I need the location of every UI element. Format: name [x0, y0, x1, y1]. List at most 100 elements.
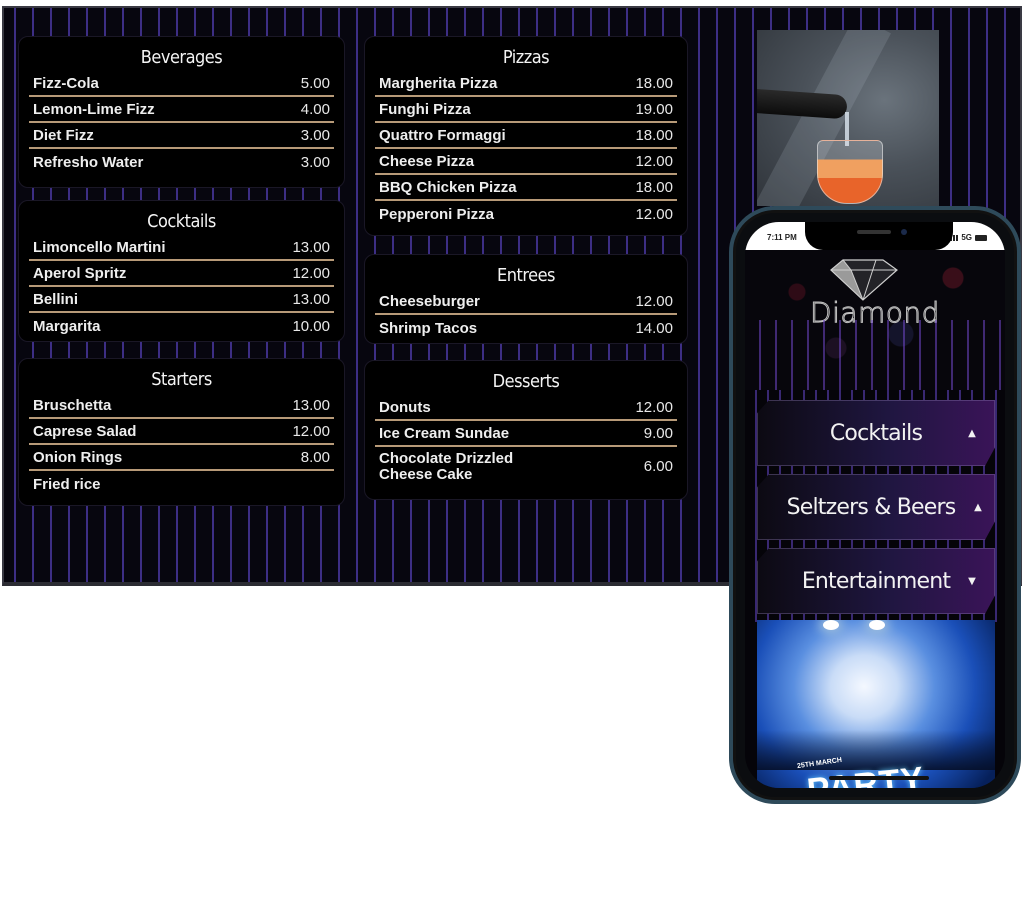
- menu-panel-starters: Starters Bruschetta 13.00 Caprese Salad 12…: [18, 358, 345, 506]
- glass-graphic: [817, 140, 883, 204]
- stage-light: [869, 620, 885, 630]
- item-name: Fried rice: [33, 475, 101, 493]
- item-price: 19.00: [635, 100, 673, 118]
- item-price: 6.00: [643, 458, 673, 475]
- status-network: 5G: [950, 233, 987, 242]
- item-name: BBQ Chicken Pizza: [379, 178, 517, 196]
- menu-item: Onion Rings 8.00: [29, 445, 334, 471]
- panel-title: Desserts: [492, 371, 560, 392]
- menu-item: Caprese Salad 12.00: [29, 419, 334, 445]
- item-price: 12.00: [635, 398, 673, 416]
- item-name: Caprese Salad: [33, 422, 137, 440]
- status-time: 7:11 PM: [767, 233, 797, 242]
- menu-item: Aperol Spritz 12.00: [29, 261, 334, 287]
- item-name: Funghi Pizza: [379, 100, 471, 118]
- phone-mockup: 7:11 PM 5G Diamond Cocktails ▲ Seltzers …: [729, 206, 1021, 804]
- item-price: 4.00: [300, 100, 330, 118]
- item-name: Margarita: [33, 317, 101, 335]
- item-price: 12.00: [635, 205, 673, 223]
- panel-title: Pizzas: [502, 47, 550, 68]
- item-price: 10.00: [292, 317, 330, 335]
- menu-item: Margarita 10.00: [29, 313, 334, 339]
- camera-icon: [901, 229, 907, 235]
- item-price: 12.00: [635, 152, 673, 170]
- menu-item: BBQ Chicken Pizza 18.00: [375, 175, 677, 201]
- menu-panel-cocktails: Cocktails Limoncello Martini 13.00 Aperol…: [18, 200, 345, 342]
- phone-notch: [805, 222, 953, 250]
- menu-item: Quattro Formaggi 18.00: [375, 123, 677, 149]
- menu-item: Bruschetta 13.00: [29, 393, 334, 419]
- caret-up-icon: ▲: [974, 501, 982, 513]
- caret-down-icon: ▼: [968, 575, 976, 587]
- menu-item: Pepperoni Pizza 12.00: [375, 201, 677, 227]
- menu-item: Margherita Pizza 18.00: [375, 71, 677, 97]
- menu-item: Donuts 12.00: [375, 395, 677, 421]
- item-name: Aperol Spritz: [33, 264, 127, 282]
- item-name: Shrimp Tacos: [379, 319, 478, 337]
- item-price: 9.00: [643, 424, 673, 442]
- item-price: 3.00: [300, 153, 330, 171]
- item-name: Ice Cream Sundae: [379, 424, 510, 442]
- item-name: Limoncello Martini: [33, 238, 166, 256]
- nav-button-cocktails[interactable]: Cocktails ▲: [757, 400, 995, 466]
- nav-button-seltzers-beers[interactable]: Seltzers & Beers ▲: [757, 474, 995, 540]
- item-price: 8.00: [300, 448, 330, 466]
- menu-item: Limoncello Martini 13.00: [29, 235, 334, 261]
- item-name: Lemon-Lime Fizz: [33, 100, 155, 118]
- item-name: Cheeseburger: [379, 292, 480, 310]
- menu-item: Refresho Water 3.00: [29, 149, 334, 175]
- party-promo-banner[interactable]: 25TH MARCH NIGHT PARTY: [757, 620, 995, 788]
- item-name: Donuts: [379, 398, 431, 416]
- menu-item: Fried rice: [29, 471, 334, 497]
- item-name: Refresho Water: [33, 153, 144, 171]
- panel-title: Entrees: [497, 265, 555, 286]
- menu-item: Lemon-Lime Fizz 4.00: [29, 97, 334, 123]
- item-price: 18.00: [635, 126, 673, 144]
- item-name-line: Chocolate Drizzled: [379, 450, 514, 467]
- nav-label: Seltzers & Beers: [786, 494, 957, 520]
- phone-screen: 7:11 PM 5G Diamond Cocktails ▲ Seltzers …: [745, 222, 1005, 788]
- item-price: 12.00: [292, 264, 330, 282]
- caret-up-icon: ▲: [968, 427, 976, 439]
- menu-panel-beverages: Beverages Fizz-Cola 5.00 Lemon-Lime Fizz 4…: [18, 36, 345, 188]
- cocktail-pour-image: [757, 30, 939, 206]
- item-price: 13.00: [292, 396, 330, 414]
- menu-item: Fizz-Cola 5.00: [29, 71, 334, 97]
- item-name: Fizz-Cola: [33, 74, 99, 92]
- item-price: 5.00: [300, 74, 330, 92]
- item-price: 13.00: [292, 290, 330, 308]
- menu-item: Funghi Pizza 19.00: [375, 97, 677, 123]
- panel-title: Beverages: [140, 47, 223, 68]
- item-price: 13.00: [292, 238, 330, 256]
- panel-title: Starters: [151, 369, 212, 390]
- menu-panel-entrees: Entrees Cheeseburger 12.00 Shrimp Tacos 14…: [364, 254, 688, 344]
- nav-label: Cocktails: [829, 420, 923, 446]
- item-price: 14.00: [635, 319, 673, 337]
- network-type: 5G: [961, 233, 972, 242]
- menu-panel-desserts: Desserts Donuts 12.00 Ice Cream Sundae 9.0…: [364, 360, 688, 500]
- item-price: 3.00: [300, 126, 330, 144]
- item-price: 18.00: [635, 178, 673, 196]
- brand-name: Diamond: [810, 296, 940, 330]
- item-name-line: Cheese Cake: [379, 466, 473, 483]
- panel-title: Cocktails: [147, 211, 216, 232]
- nav-button-entertainment[interactable]: Entertainment ▼: [757, 548, 995, 614]
- menu-item: Cheeseburger 12.00: [375, 289, 677, 315]
- menu-item: Cheese Pizza 12.00: [375, 149, 677, 175]
- item-name: Margherita Pizza: [379, 74, 498, 92]
- battery-icon: [975, 234, 987, 241]
- menu-item: Bellini 13.00: [29, 287, 334, 313]
- item-name: Quattro Formaggi: [379, 126, 506, 144]
- brand-header: Diamond: [745, 250, 1005, 390]
- item-name: Onion Rings: [33, 448, 123, 466]
- menu-panel-pizzas: Pizzas Margherita Pizza 18.00 Funghi Pizz…: [364, 36, 688, 236]
- item-name: Bellini: [33, 290, 79, 308]
- item-price: 12.00: [292, 422, 330, 440]
- item-price: 18.00: [635, 74, 673, 92]
- speaker-icon: [857, 230, 891, 234]
- menu-item: Ice Cream Sundae 9.00: [375, 421, 677, 447]
- menu-item: Chocolate Drizzled Cheese Cake 6.00: [375, 447, 677, 487]
- menu-item: Diet Fizz 3.00: [29, 123, 334, 149]
- home-indicator: [829, 776, 929, 780]
- menu-item: Shrimp Tacos 14.00: [375, 315, 677, 341]
